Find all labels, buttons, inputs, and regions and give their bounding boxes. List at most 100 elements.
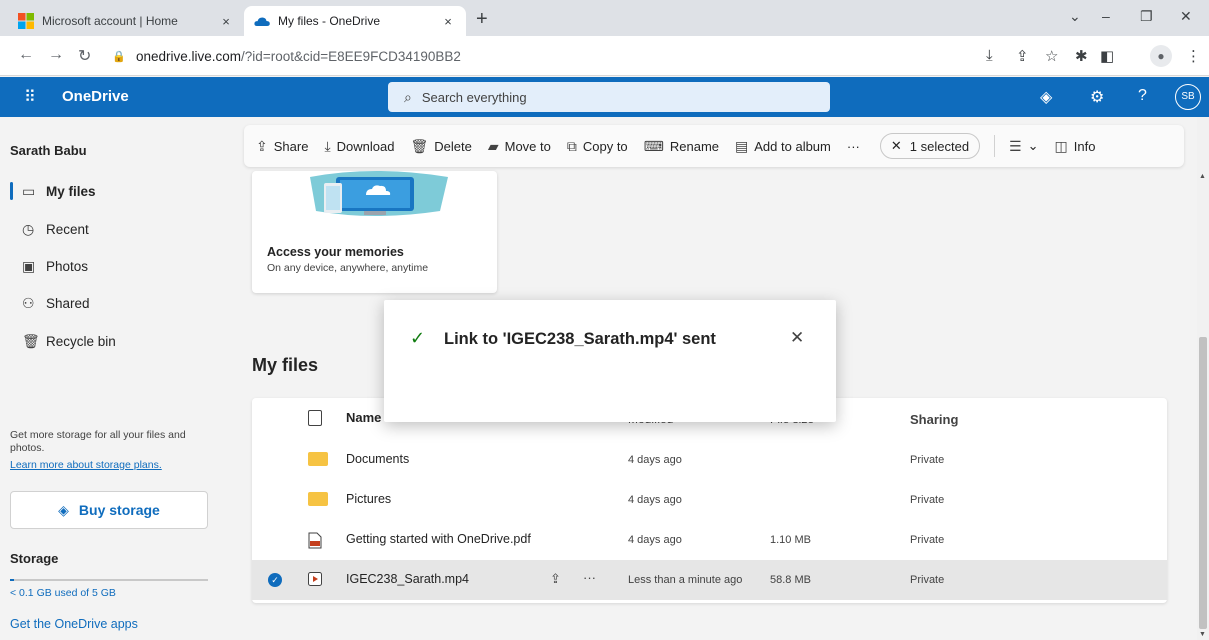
storage-plans-link[interactable]: Learn more about storage plans.	[10, 459, 162, 471]
info-pane-icon: ◫	[1054, 137, 1068, 154]
file-sharing: Private	[910, 574, 945, 586]
add-to-album-button[interactable]: ▤ Add to album	[735, 138, 831, 155]
tab-title: Microsoft account | Home	[42, 14, 178, 28]
selection-count-pill[interactable]: ✕ 1 selected	[879, 133, 981, 159]
column-name[interactable]: Name	[346, 410, 381, 425]
app-name[interactable]: OneDrive	[62, 88, 129, 105]
install-app-icon[interactable]: ⤓	[986, 47, 993, 64]
storage-progress-bar	[10, 579, 208, 581]
delete-label: Delete	[434, 138, 472, 154]
copy-icon: ⧉	[566, 137, 577, 154]
scroll-up-icon[interactable]: ▲	[1199, 173, 1206, 180]
row-share-icon[interactable]: ⇪	[550, 571, 561, 587]
more-actions-button[interactable]: ···	[847, 139, 860, 154]
url-path: /?id=root&cid=E8EE9FCD34190BB2	[241, 48, 461, 64]
page-title: My files	[252, 355, 319, 375]
sidebar-item-shared[interactable]: ⚇ Shared	[0, 286, 232, 320]
memories-card[interactable]: Access your memories On any device, anyw…	[252, 171, 497, 293]
rename-button[interactable]: ⌨ Rename	[644, 138, 719, 155]
file-name[interactable]: Documents	[346, 452, 409, 466]
restore-button[interactable]: ❐	[1140, 8, 1153, 25]
sidebar-item-label: Photos	[46, 258, 89, 274]
file-size: 1.10 MB	[770, 534, 811, 546]
file-modified: 4 days ago	[628, 534, 682, 546]
storage-used-link[interactable]: < 0.1 GB used of 5 GB	[10, 587, 116, 599]
scrollbar[interactable]: ▲ ▼	[1197, 117, 1209, 640]
left-navigation: Sarath Babu ▭ My files ◷ Recent ▣ Photos…	[0, 117, 232, 640]
table-row[interactable]: Documents 4 days ago Private	[252, 440, 1167, 480]
back-arrow-icon[interactable]: ←	[18, 46, 34, 64]
browser-profile-icon[interactable]: ●	[1150, 45, 1172, 67]
share-button[interactable]: ⇪ Share	[256, 138, 308, 155]
sidebar-item-recycle-bin[interactable]: 🗑 Recycle bin	[0, 324, 232, 358]
info-button[interactable]: ◫ Info	[1055, 138, 1096, 155]
chevron-down-icon: ⌄	[1027, 138, 1039, 153]
app-launcher-icon[interactable]: ⠿	[24, 87, 36, 107]
storage-heading: Storage	[10, 551, 59, 566]
storage-note: Get more storage for all your files and …	[10, 429, 186, 454]
file-type-icon[interactable]	[308, 410, 322, 426]
row-more-icon[interactable]: ···	[583, 570, 596, 585]
clear-selection-icon: ✕	[890, 138, 902, 153]
share-icon: ⇪	[256, 137, 268, 154]
trash-icon: 🗑	[410, 137, 429, 154]
folder-icon	[308, 452, 328, 466]
file-modified: 4 days ago	[628, 454, 682, 466]
video-file-icon	[308, 572, 322, 589]
share-label: Share	[273, 138, 309, 154]
reload-icon[interactable]: ↻	[78, 46, 91, 66]
tab-close-icon[interactable]: ×	[218, 14, 234, 29]
share-page-icon[interactable]: ⇪	[1016, 47, 1029, 65]
notification-message: Link to 'IGEC238_Sarath.mp4' sent	[444, 330, 716, 348]
browser-tab-onedrive[interactable]: My files - OneDrive ×	[244, 6, 466, 36]
extensions-puzzle-icon[interactable]: ✱	[1075, 47, 1088, 65]
scroll-down-icon[interactable]: ▼	[1199, 631, 1206, 638]
sidebar-item-photos[interactable]: ▣ Photos	[0, 249, 232, 283]
forward-arrow-icon[interactable]: →	[48, 46, 64, 64]
scrollbar-thumb[interactable]	[1199, 337, 1207, 629]
people-icon: ⚇	[22, 294, 35, 311]
download-button[interactable]: ⤓ Download	[324, 138, 394, 155]
row-checkmark-icon[interactable]: ✓	[268, 573, 282, 587]
sidebar-item-recent[interactable]: ◷ Recent	[0, 212, 232, 246]
file-name[interactable]: Getting started with OneDrive.pdf	[346, 532, 531, 546]
window-close-button[interactable]: ✕	[1180, 8, 1192, 25]
sidebar-item-label: Recycle bin	[46, 333, 116, 349]
browser-menu-icon[interactable]: ⋮	[1186, 47, 1201, 65]
browser-tab-microsoft-account[interactable]: Microsoft account | Home ×	[8, 6, 244, 36]
files-table: Name Modified File size Sharing Document…	[252, 398, 1167, 603]
rename-label: Rename	[669, 138, 720, 154]
checkmark-icon: ✓	[410, 328, 426, 348]
help-icon[interactable]: ?	[1138, 87, 1147, 105]
buy-storage-button[interactable]: ◈ Buy storage	[10, 491, 208, 529]
new-tab-button[interactable]: +	[476, 9, 488, 29]
diamond-icon: ◈	[58, 501, 69, 518]
premium-diamond-icon[interactable]: ◈	[1040, 87, 1052, 107]
search-box[interactable]: ⌕ Search everything	[388, 82, 830, 112]
minimize-button[interactable]: –	[1102, 8, 1110, 24]
close-icon[interactable]: ✕	[790, 328, 804, 348]
delete-button[interactable]: 🗑 Delete	[410, 138, 471, 155]
tab-search-chevron-icon[interactable]: ⌄	[1069, 8, 1081, 25]
table-row[interactable]: ✓ IGEC238_Sarath.mp4 ⇪ ··· Less than a m…	[252, 560, 1167, 600]
column-sharing[interactable]: Sharing	[910, 412, 958, 427]
sidebar-item-my-files[interactable]: ▭ My files	[0, 174, 232, 208]
file-name[interactable]: Pictures	[346, 492, 391, 506]
table-row[interactable]: Getting started with OneDrive.pdf 4 days…	[252, 520, 1167, 560]
command-bar: ⇪ Share ⤓ Download 🗑 Delete ▰ Move to ⧉ Copy …	[244, 125, 1184, 167]
avatar[interactable]: SB	[1175, 84, 1201, 110]
tab-close-icon[interactable]: ×	[440, 14, 456, 29]
copy-to-button[interactable]: ⧉ Copy to	[567, 138, 628, 155]
get-apps-link[interactable]: Get the OneDrive apps	[10, 617, 138, 631]
bookmark-star-icon[interactable]: ☆	[1045, 47, 1058, 65]
file-name[interactable]: IGEC238_Sarath.mp4	[346, 572, 469, 586]
url-field[interactable]: 🔒 onedrive.live.com/?id=root&cid=E8EE9FC…	[112, 42, 992, 70]
copy-to-label: Copy to	[582, 138, 628, 154]
buy-storage-label: Buy storage	[78, 502, 160, 518]
side-panel-icon[interactable]: ◧	[1100, 47, 1114, 65]
move-to-button[interactable]: ▰ Move to	[488, 138, 551, 155]
settings-gear-icon[interactable]: ⚙	[1090, 87, 1104, 107]
file-modified: Less than a minute ago	[628, 574, 743, 586]
table-row[interactable]: Pictures 4 days ago Private	[252, 480, 1167, 520]
view-options-button[interactable]: ☰ ⌄	[1009, 138, 1038, 155]
